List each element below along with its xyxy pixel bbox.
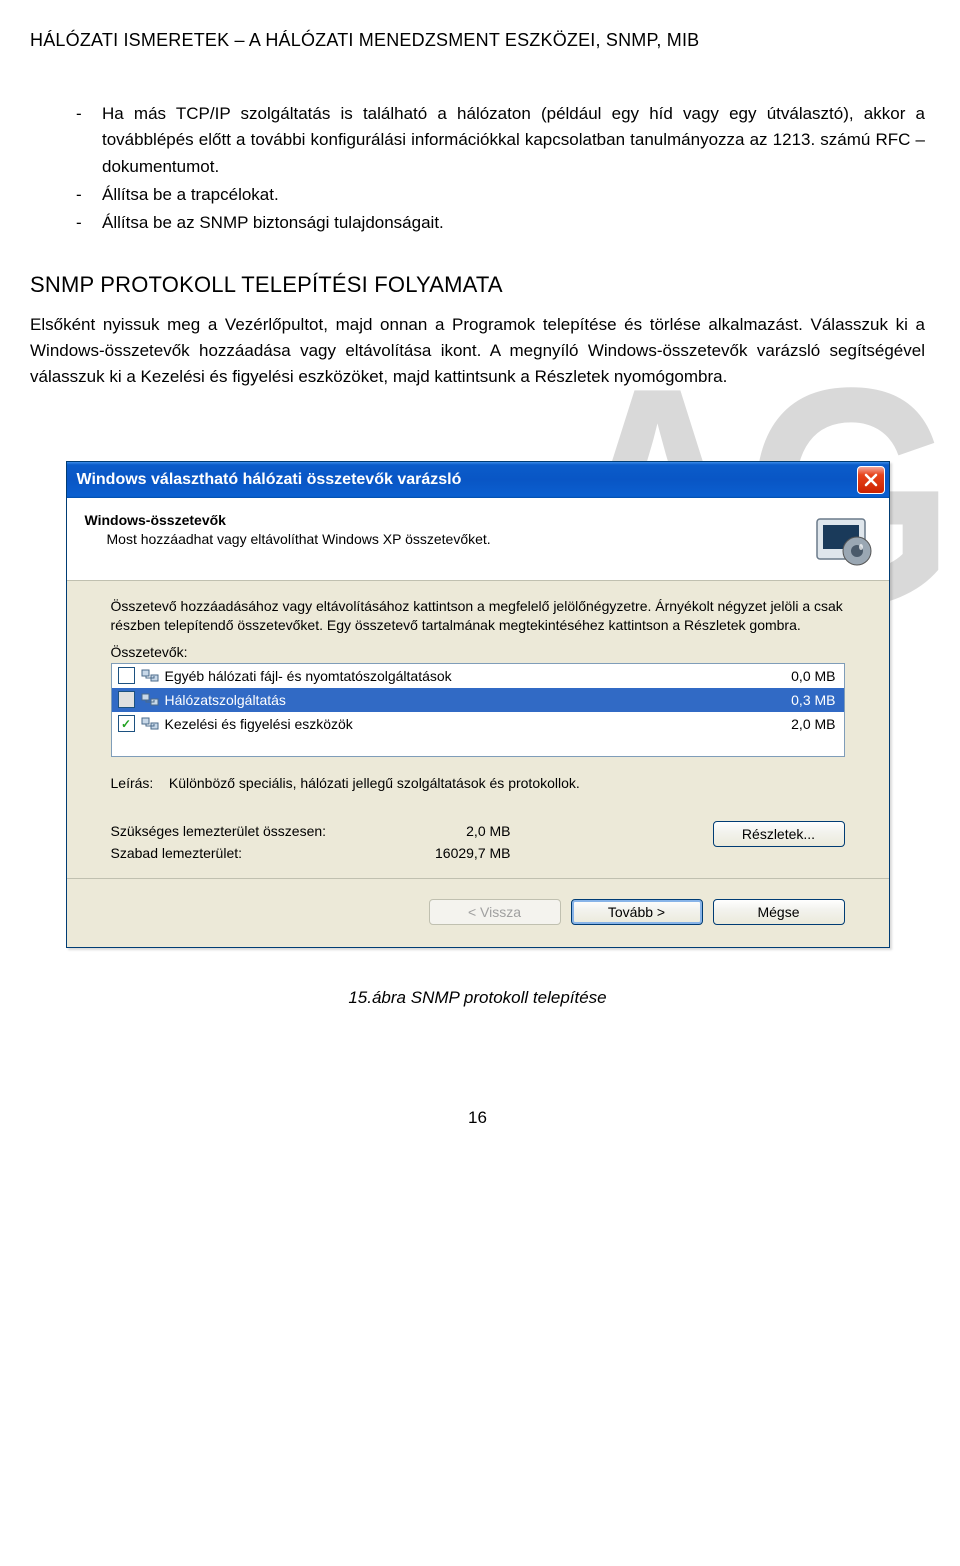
list-item-label: Egyéb hálózati fájl- és nyomtatószolgált… <box>165 668 452 684</box>
titlebar[interactable]: Windows választható hálózati összetevők … <box>67 462 889 498</box>
page-header: HÁLÓZATI ISMERETEK – A HÁLÓZATI MENEDZSM… <box>30 30 925 51</box>
banner-title: Windows-összetevők <box>85 512 811 528</box>
bullet-list: Ha más TCP/IP szolgáltatás is található … <box>30 101 925 237</box>
button-bar: < Vissza Tovább > Mégse <box>67 878 889 947</box>
list-item-label: Kezelési és figyelési eszközök <box>165 716 353 732</box>
list-item-size: 0,3 MB <box>791 692 835 708</box>
instructions: Összetevő hozzáadásához vagy eltávolítás… <box>111 597 845 636</box>
banner: Windows-összetevők Most hozzáadhat vagy … <box>67 498 889 581</box>
component-listbox[interactable]: Egyéb hálózati fájl- és nyomtatószolgált… <box>111 663 845 757</box>
bullet-item: Ha más TCP/IP szolgáltatás is található … <box>76 101 925 180</box>
required-space-value: 2,0 MB <box>381 821 511 843</box>
list-item[interactable]: ✓ Kezelési és figyelési eszközök 2,0 MB <box>112 712 844 736</box>
checkbox[interactable] <box>118 667 135 684</box>
body-paragraph: Elsőként nyissuk meg a Vezérlőpultot, ma… <box>30 312 925 391</box>
bullet-item: Állítsa be a trapcélokat. <box>76 182 925 208</box>
list-label: Összetevők: <box>111 644 845 660</box>
description-text: Különböző speciális, hálózati jellegű sz… <box>169 775 580 791</box>
checkbox[interactable] <box>118 691 135 708</box>
list-item-size: 2,0 MB <box>791 716 835 732</box>
list-item-size: 0,0 MB <box>791 668 835 684</box>
component-icon <box>141 715 159 733</box>
wizard-dialog: Windows választható hálózati összetevők … <box>66 461 890 949</box>
component-icon <box>141 691 159 709</box>
free-space-value: 16029,7 MB <box>381 843 511 865</box>
list-item[interactable]: Egyéb hálózati fájl- és nyomtatószolgált… <box>112 664 844 688</box>
checkbox[interactable]: ✓ <box>118 715 135 732</box>
back-button: < Vissza <box>429 899 561 925</box>
banner-subtitle: Most hozzáadhat vagy eltávolíthat Window… <box>107 531 811 547</box>
figure-caption: 15.ábra SNMP protokoll telepítése <box>30 988 925 1008</box>
banner-icon <box>811 512 875 570</box>
component-icon <box>141 667 159 685</box>
description-label: Leírás: <box>111 775 154 791</box>
description-block: Leírás: Különböző speciális, hálózati je… <box>111 775 845 791</box>
dialog-title: Windows választható hálózati összetevők … <box>77 471 462 489</box>
list-item[interactable]: Hálózatszolgáltatás 0,3 MB <box>112 688 844 712</box>
close-icon <box>864 473 878 487</box>
close-button[interactable] <box>857 466 885 494</box>
next-button[interactable]: Tovább > <box>571 899 703 925</box>
list-item-label: Hálózatszolgáltatás <box>165 692 286 708</box>
free-space-label: Szabad lemezterület: <box>111 843 381 865</box>
required-space-label: Szükséges lemezterület összesen: <box>111 821 381 843</box>
page-number: 16 <box>30 1108 925 1128</box>
cancel-button[interactable]: Mégse <box>713 899 845 925</box>
details-button[interactable]: Részletek... <box>713 821 845 847</box>
bullet-item: Állítsa be az SNMP biztonsági tulajdonsá… <box>76 210 925 236</box>
section-heading: SNMP PROTOKOLL TELEPÍTÉSI FOLYAMATA <box>30 272 925 298</box>
